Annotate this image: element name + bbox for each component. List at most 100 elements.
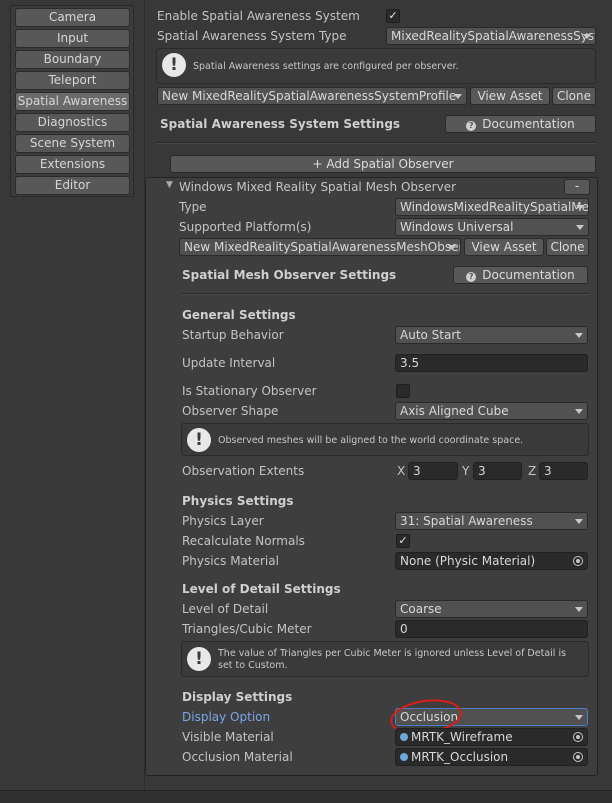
display-settings-heading: Display Settings — [182, 690, 293, 704]
extents-z-input[interactable]: 3 — [539, 462, 588, 480]
observer-view-asset-button[interactable]: View Asset — [464, 238, 544, 256]
info-icon: ! — [162, 53, 186, 77]
occlusion-material-label: Occlusion Material — [182, 750, 293, 764]
observer-shape-label: Observer Shape — [182, 404, 279, 418]
menu-input-button[interactable]: Input — [15, 29, 130, 48]
lod-help-text-2: set to Custom. — [218, 660, 288, 671]
observation-extents-label: Observation Extents — [182, 464, 305, 478]
is-stationary-checkbox[interactable] — [396, 384, 410, 398]
enable-system-label: Enable Spatial Awareness System — [157, 9, 360, 23]
extents-y-label: Y — [462, 464, 470, 478]
chevron-down-icon — [575, 519, 583, 524]
object-picker-icon[interactable] — [573, 556, 583, 566]
extents-z-label: Z — [528, 464, 537, 478]
question-icon: ? — [466, 121, 477, 131]
supported-platforms-dropdown[interactable]: Windows Universal — [395, 218, 589, 236]
observer-type-value: WindowsMixedRealitySpatialMeshObserver — [400, 200, 589, 214]
observer-shape-value: Axis Aligned Cube — [400, 404, 509, 418]
startup-behavior-value: Auto Start — [400, 328, 461, 342]
physics-settings-heading: Physics Settings — [182, 494, 294, 508]
system-profile-dropdown[interactable]: New MixedRealitySpatialAwarenessSystemPr… — [157, 87, 467, 105]
menu-teleport-button[interactable]: Teleport — [15, 71, 130, 90]
system-documentation-button[interactable]: ? Documentation — [445, 115, 596, 133]
menu-scene-system-button[interactable]: Scene System — [15, 134, 130, 153]
physics-material-field[interactable]: None (Physic Material) — [395, 552, 588, 570]
triangles-per-meter-label: Triangles/Cubic Meter — [182, 622, 312, 636]
display-option-label: Display Option — [182, 710, 271, 724]
menu-extensions-button[interactable]: Extensions — [15, 155, 130, 174]
add-spatial-observer-button[interactable]: + Add Spatial Observer — [170, 155, 596, 173]
observer-documentation-label: Documentation — [482, 268, 575, 282]
material-icon — [400, 733, 408, 741]
chevron-down-icon — [575, 409, 583, 414]
visible-material-value: MRTK_Wireframe — [411, 730, 513, 744]
extents-x-input[interactable]: 3 — [408, 462, 458, 480]
divider — [157, 142, 597, 144]
recalculate-normals-label: Recalculate Normals — [182, 534, 305, 548]
update-interval-label: Update Interval — [182, 356, 276, 370]
visible-material-field[interactable]: MRTK_Wireframe — [395, 728, 588, 746]
visible-material-label: Visible Material — [182, 730, 274, 744]
startup-behavior-label: Startup Behavior — [182, 328, 284, 342]
menu-diagnostics-button[interactable]: Diagnostics — [15, 113, 130, 132]
menu-boundary-button[interactable]: Boundary — [15, 50, 130, 69]
system-clone-button[interactable]: Clone — [552, 87, 596, 105]
occlusion-material-value: MRTK_Occlusion — [411, 750, 509, 764]
enable-system-checkbox[interactable]: ✓ — [386, 9, 400, 23]
triangles-per-meter-input[interactable]: 0 — [395, 620, 588, 638]
system-view-asset-button[interactable]: View Asset — [470, 87, 550, 105]
lod-settings-heading: Level of Detail Settings — [182, 582, 341, 596]
observer-profile-dropdown[interactable]: New MixedRealitySpatialAwarenessMeshObse… — [179, 238, 461, 256]
observer-documentation-button[interactable]: ? Documentation — [453, 266, 588, 284]
extents-y-input[interactable]: 3 — [473, 462, 522, 480]
supported-platforms-label: Supported Platform(s) — [179, 220, 312, 234]
chevron-down-icon — [575, 607, 583, 612]
chevron-down-icon — [576, 205, 584, 210]
observer-title[interactable]: Windows Mixed Reality Spatial Mesh Obser… — [179, 180, 456, 194]
occlusion-material-field[interactable]: MRTK_Occlusion — [395, 748, 588, 766]
lod-help-text-1: The value of Triangles per Cubic Meter i… — [218, 648, 567, 659]
supported-platforms-value: Windows Universal — [400, 220, 514, 234]
profile-section-menu: Camera Input Boundary Teleport Spatial A… — [10, 5, 134, 197]
menu-camera-button[interactable]: Camera — [15, 8, 130, 27]
observer-clone-button[interactable]: Clone — [546, 238, 589, 256]
recalculate-normals-checkbox[interactable]: ✓ — [396, 534, 410, 548]
physics-material-label: Physics Material — [182, 554, 279, 568]
system-documentation-label: Documentation — [482, 117, 575, 131]
system-help-box: ! Spatial Awareness settings are configu… — [156, 48, 596, 84]
chevron-down-icon — [454, 94, 462, 99]
foldout-arrow-icon[interactable]: ▼ — [166, 180, 173, 190]
system-type-dropdown[interactable]: MixedRealitySpatialAwarenessSystem — [386, 27, 596, 45]
observer-shape-dropdown[interactable]: Axis Aligned Cube — [395, 402, 588, 420]
remove-observer-button[interactable]: - — [564, 179, 590, 195]
general-settings-heading: General Settings — [182, 308, 296, 322]
physics-layer-dropdown[interactable]: 31: Spatial Awareness — [395, 512, 588, 530]
object-picker-icon[interactable] — [573, 732, 583, 742]
bottom-bar — [0, 790, 612, 803]
system-help-text: Spatial Awareness settings are configure… — [193, 61, 459, 72]
system-type-label: Spatial Awareness System Type — [157, 29, 347, 43]
physics-layer-value: 31: Spatial Awareness — [400, 514, 533, 528]
menu-spatial-awareness-button[interactable]: Spatial Awareness — [15, 92, 130, 111]
chevron-down-icon — [575, 715, 583, 720]
level-of-detail-value: Coarse — [400, 602, 442, 616]
startup-behavior-dropdown[interactable]: Auto Start — [395, 326, 588, 344]
menu-editor-button[interactable]: Editor — [15, 176, 130, 195]
update-interval-input[interactable]: 3.5 — [395, 354, 588, 372]
object-picker-icon[interactable] — [573, 752, 583, 762]
chevron-down-icon — [576, 225, 584, 230]
shape-help-text: Observed meshes will be aligned to the w… — [218, 435, 524, 446]
level-of-detail-dropdown[interactable]: Coarse — [395, 600, 588, 618]
info-icon: ! — [187, 647, 211, 671]
shape-help-box: ! Observed meshes will be aligned to the… — [181, 423, 589, 456]
info-icon: ! — [187, 428, 211, 452]
system-profile-value: New MixedRealitySpatialAwarenessSystemPr… — [162, 89, 457, 103]
extents-x-label: X — [397, 464, 406, 478]
divider — [181, 293, 589, 295]
observer-type-dropdown[interactable]: WindowsMixedRealitySpatialMeshObserver — [395, 198, 589, 216]
system-settings-title: Spatial Awareness System Settings — [160, 117, 401, 131]
is-stationary-label: Is Stationary Observer — [182, 384, 317, 398]
observer-type-label: Type — [179, 200, 207, 214]
chevron-down-icon — [448, 245, 456, 250]
lod-help-box: ! The value of Triangles per Cubic Meter… — [181, 641, 589, 677]
